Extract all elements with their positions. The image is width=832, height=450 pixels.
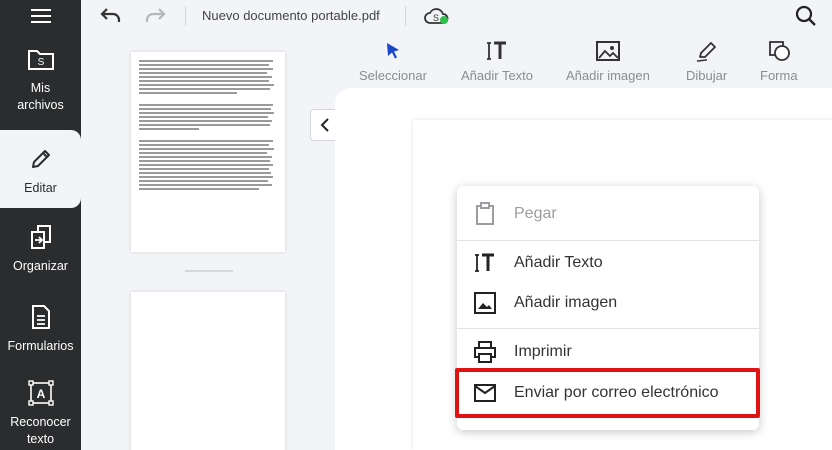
menu-item-label: Imprimir bbox=[514, 343, 572, 360]
search-button[interactable] bbox=[794, 4, 818, 28]
sidebar-item-ocr[interactable]: A Reconocer texto bbox=[0, 378, 81, 450]
svg-text:A: A bbox=[36, 387, 45, 401]
tool-label: Dibujar bbox=[686, 68, 728, 83]
hamburger-menu-button[interactable] bbox=[0, 0, 81, 32]
tool-label: Forma bbox=[760, 68, 798, 83]
chevron-left-icon bbox=[320, 118, 329, 132]
top-toolbar: Nuevo documento portable.pdf S bbox=[81, 0, 832, 32]
sidebar-item-label: texto bbox=[26, 432, 55, 446]
document-title[interactable]: Nuevo documento portable.pdf bbox=[202, 8, 380, 23]
page-thumbnail-2[interactable] bbox=[131, 292, 285, 450]
tool-select[interactable]: Seleccionar bbox=[359, 38, 427, 83]
sidebar-item-label: Mis bbox=[30, 81, 51, 95]
image-icon bbox=[473, 291, 497, 315]
draw-pen-icon bbox=[694, 38, 720, 64]
cursor-arrow-icon bbox=[380, 38, 406, 64]
form-document-icon bbox=[26, 302, 56, 332]
page-thumbnails-panel bbox=[81, 32, 335, 450]
sidebar-item-edit[interactable]: Editar bbox=[0, 130, 81, 208]
menu-item-add-image[interactable]: Añadir imagen bbox=[457, 283, 759, 323]
edit-tools-row: Seleccionar Añadir Texto Añadir imagen D… bbox=[335, 32, 832, 88]
sidebar-item-organize[interactable]: Organizar bbox=[0, 222, 81, 292]
menu-item-print[interactable]: Imprimir bbox=[457, 332, 759, 372]
tool-label: Seleccionar bbox=[359, 68, 427, 83]
toolbar-divider bbox=[405, 6, 406, 26]
undo-icon bbox=[100, 8, 121, 22]
text-cursor-icon bbox=[473, 251, 497, 275]
tool-label: Añadir imagen bbox=[566, 68, 650, 83]
redo-icon bbox=[145, 8, 166, 22]
svg-text:S: S bbox=[37, 57, 44, 68]
menu-item-label: Pegar bbox=[514, 205, 557, 222]
text-cursor-icon bbox=[484, 38, 510, 64]
sidebar-item-label: Editar bbox=[24, 181, 57, 195]
menu-item-add-text[interactable]: Añadir Texto bbox=[457, 243, 759, 283]
highlight-outline bbox=[455, 368, 760, 418]
tool-add-text[interactable]: Añadir Texto bbox=[461, 38, 533, 83]
organize-pages-icon bbox=[26, 222, 56, 252]
menu-item-label: Añadir imagen bbox=[514, 294, 618, 311]
menu-item-label: Añadir Texto bbox=[514, 254, 603, 271]
toolbar-divider bbox=[185, 6, 186, 26]
svg-text:S: S bbox=[433, 13, 439, 23]
cloud-sync-icon: S bbox=[424, 8, 449, 24]
menu-divider bbox=[457, 328, 759, 329]
sidebar-item-label: Reconocer bbox=[10, 415, 71, 429]
folder-icon: S bbox=[26, 44, 56, 74]
thumbnail-divider bbox=[185, 270, 233, 272]
tool-label: Añadir Texto bbox=[461, 68, 534, 83]
tool-add-image[interactable]: Añadir imagen bbox=[566, 38, 650, 83]
redo-button[interactable] bbox=[143, 4, 167, 28]
page-thumbnail-1[interactable] bbox=[131, 52, 285, 252]
shape-icon bbox=[766, 38, 792, 64]
hamburger-icon bbox=[30, 9, 51, 23]
cloud-save-button[interactable]: S bbox=[423, 4, 451, 28]
sidebar-item-my-files[interactable]: S Mis archivos bbox=[0, 44, 81, 128]
left-sidebar: S Mis archivos Editar Organizar Formular… bbox=[0, 0, 81, 450]
search-icon bbox=[795, 5, 816, 26]
image-icon bbox=[595, 38, 621, 64]
pencil-icon bbox=[26, 144, 56, 174]
ocr-text-icon: A bbox=[26, 378, 56, 408]
sidebar-item-label: Organizar bbox=[13, 259, 68, 273]
sidebar-item-label: archivos bbox=[17, 98, 64, 112]
sidebar-item-label: Formularios bbox=[7, 339, 74, 353]
tool-shape[interactable]: Forma bbox=[760, 38, 798, 83]
menu-divider bbox=[457, 240, 759, 241]
undo-button[interactable] bbox=[99, 4, 123, 28]
app-root: S Mis archivos Editar Organizar Formular… bbox=[0, 0, 832, 450]
tool-draw[interactable]: Dibujar bbox=[686, 38, 727, 83]
menu-item-paste[interactable]: Pegar bbox=[457, 194, 759, 234]
printer-icon bbox=[473, 340, 497, 364]
sidebar-item-forms[interactable]: Formularios bbox=[0, 302, 81, 372]
clipboard-icon bbox=[473, 202, 497, 226]
